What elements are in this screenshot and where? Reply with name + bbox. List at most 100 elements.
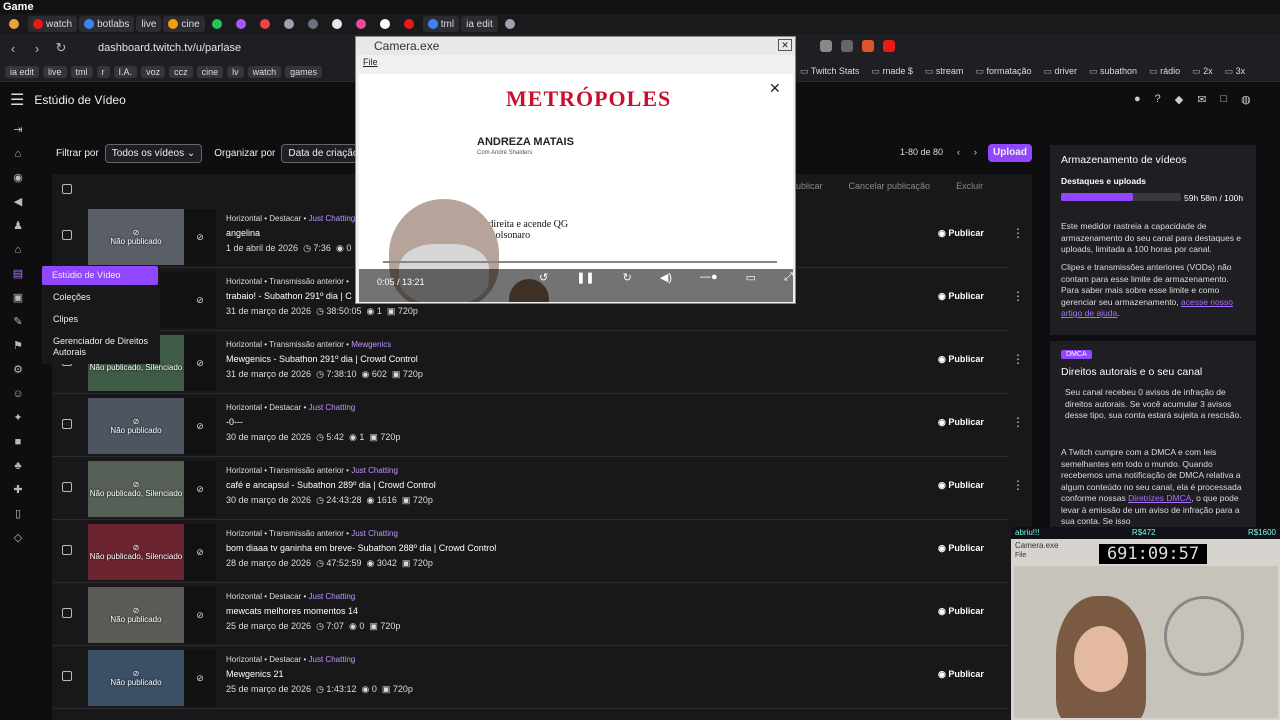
forward-icon[interactable]: › [30,41,44,56]
delete-button[interactable]: Excluir [956,181,983,191]
visibility-icon[interactable]: ⊘ [184,335,216,391]
publish-button[interactable]: ◉ Publicar [938,228,984,239]
browser-tab[interactable] [351,16,373,32]
upload-button[interactable]: Upload [988,144,1032,162]
creator-icon[interactable]: ♣ [10,458,26,474]
bookmark[interactable]: live [43,65,67,78]
camera-file-menu[interactable]: File [363,57,378,67]
forward-icon[interactable]: ↻ [623,271,632,284]
submenu-item-copyright[interactable]: Gerenciador de Direitos Autorais [53,336,153,358]
video-title[interactable]: mewcats melhores momentos 14 [226,606,358,616]
extensions-icon[interactable]: ✦ [10,410,26,426]
video-thumbnail[interactable]: ⊘ Não publicado [88,587,184,643]
table-row[interactable]: ⊘Não publicado, Silenciado⊘ Horizontal • … [52,521,1024,583]
search-icon[interactable] [820,40,832,52]
camera-close-button[interactable]: ✕ [778,39,792,51]
publish-button[interactable]: ◉ Publicar [938,291,984,302]
content-icon[interactable]: ▤ [10,266,26,282]
category-link[interactable]: Just Chatting [351,529,398,538]
bookmark[interactable]: ccz [169,65,193,78]
monetize-icon[interactable]: ▣ [10,290,26,306]
category-link[interactable]: Mewgenics [351,340,391,349]
avatar[interactable]: ◍ [1241,93,1251,106]
prev-page-icon[interactable]: ‹ [957,147,960,157]
table-row[interactable]: ⊘ Não publicado ⊘ Horizontal • Destacar • J… [52,395,1024,457]
category-link[interactable]: Just Chatting [309,214,356,223]
publish-button[interactable]: ◉ Publicar [938,669,984,680]
table-row[interactable]: ⊘ Não publicado ⊘ Horizontal • Destacar • J… [52,647,1024,709]
visibility-icon[interactable]: ⊘ [184,272,216,328]
more-options-icon[interactable]: ⋮ [1012,226,1024,240]
bookmark[interactable]: watch [247,65,282,78]
category-link[interactable]: Just Chatting [351,466,398,475]
category-link[interactable]: Just Chatting [309,655,356,664]
video-title[interactable]: angelina [226,228,260,238]
bookmark[interactable]: lv [227,65,244,78]
bookmark[interactable]: tml [70,65,93,78]
bookmark[interactable]: cine [196,65,224,78]
player-progress[interactable] [379,261,777,263]
video-title[interactable]: Mewgenics 21 [226,669,284,679]
browser-tab[interactable]: watch [28,16,78,32]
video-title[interactable]: -0--- [226,417,243,427]
back-icon[interactable]: ‹ [6,41,20,56]
browser-tab[interactable]: ia edit [461,16,498,32]
row-checkbox[interactable] [62,230,72,240]
video-title[interactable]: café e ancapsul - Subathon 289º dia | Cr… [226,480,436,490]
volume-slider[interactable]: —● [700,271,718,284]
progress-handle[interactable] [375,258,383,266]
visibility-icon[interactable]: ⊘ [184,650,216,706]
webcam-file-menu[interactable]: File [1015,552,1026,559]
row-checkbox[interactable] [62,419,72,429]
browser-tab[interactable] [255,16,277,32]
video-thumbnail[interactable]: ⊘Não publicado, Silenciado [88,524,184,580]
video-thumbnail[interactable]: ⊘Não publicado, Silenciado [88,461,184,517]
bookmark-folder[interactable]: rádio [1149,66,1180,77]
edit-icon[interactable]: ✎ [10,314,26,330]
category-link[interactable]: Just Chatting [309,403,356,412]
broadcast-icon[interactable]: ◀ [10,194,26,210]
bookmark-folder[interactable]: stream [925,66,964,77]
goals-icon[interactable]: ⚑ [10,338,26,354]
next-page-icon[interactable]: › [974,147,977,157]
browser-tab[interactable] [303,16,325,32]
video-title[interactable]: Mewgenics - Subathon 291º dia | Crowd Co… [226,354,418,364]
pause-icon[interactable]: ❚❚ [576,271,594,284]
row-checkbox[interactable] [62,608,72,618]
browser-tab[interactable] [399,16,421,32]
help-icon[interactable]: ? [1155,93,1161,106]
bookmark-folder[interactable]: formatação [975,66,1031,77]
category-link[interactable]: Just Chatting [309,592,356,601]
bookmark[interactable]: voz [141,65,166,78]
menu-icon[interactable]: ☰ [10,90,24,110]
mail-icon[interactable]: ✉ [1197,93,1206,106]
settings-icon[interactable]: ⚙ [10,362,26,378]
more-options-icon[interactable]: ⋮ [1012,478,1024,492]
browser-tab[interactable] [375,16,397,32]
volume-icon[interactable]: ◀) [660,271,672,284]
bookmark[interactable]: I.A. [113,65,138,78]
submenu-item-video-studio[interactable]: Estúdio de Vídeo [42,266,158,285]
browser-tab[interactable]: live [136,16,162,32]
video-thumbnail[interactable]: ⊘ Não publicado [88,650,184,706]
video-thumbnail[interactable]: ⊘ Não publicado [88,209,184,265]
puzzle-icon[interactable]: ✚ [10,482,26,498]
community-icon[interactable]: ♟ [10,218,26,234]
notifications-icon[interactable]: ● [1134,93,1141,106]
bookmark-folder[interactable]: 3x [1225,66,1246,77]
url-field[interactable]: dashboard.twitch.tv/u/parlase [98,42,241,54]
rewind-icon[interactable]: ↺ [539,271,548,284]
analytics-icon[interactable]: ⌂ [10,242,26,258]
submenu-item-clips[interactable]: Clipes [53,314,78,324]
captions-icon[interactable]: ▭ [746,271,756,284]
friends-icon[interactable]: ☺ [10,386,26,402]
browser-tab[interactable] [4,16,26,32]
bookmark-folder[interactable]: driver [1043,66,1078,77]
visibility-icon[interactable]: ⊘ [184,587,216,643]
visibility-icon[interactable]: ⊘ [184,524,216,580]
bookmark[interactable]: r [96,65,110,78]
visibility-icon[interactable]: ⊘ [184,209,216,265]
book-icon[interactable]: ▯ [10,506,26,522]
browser-tab[interactable]: cine [163,16,205,32]
browser-tab[interactable] [279,16,301,32]
